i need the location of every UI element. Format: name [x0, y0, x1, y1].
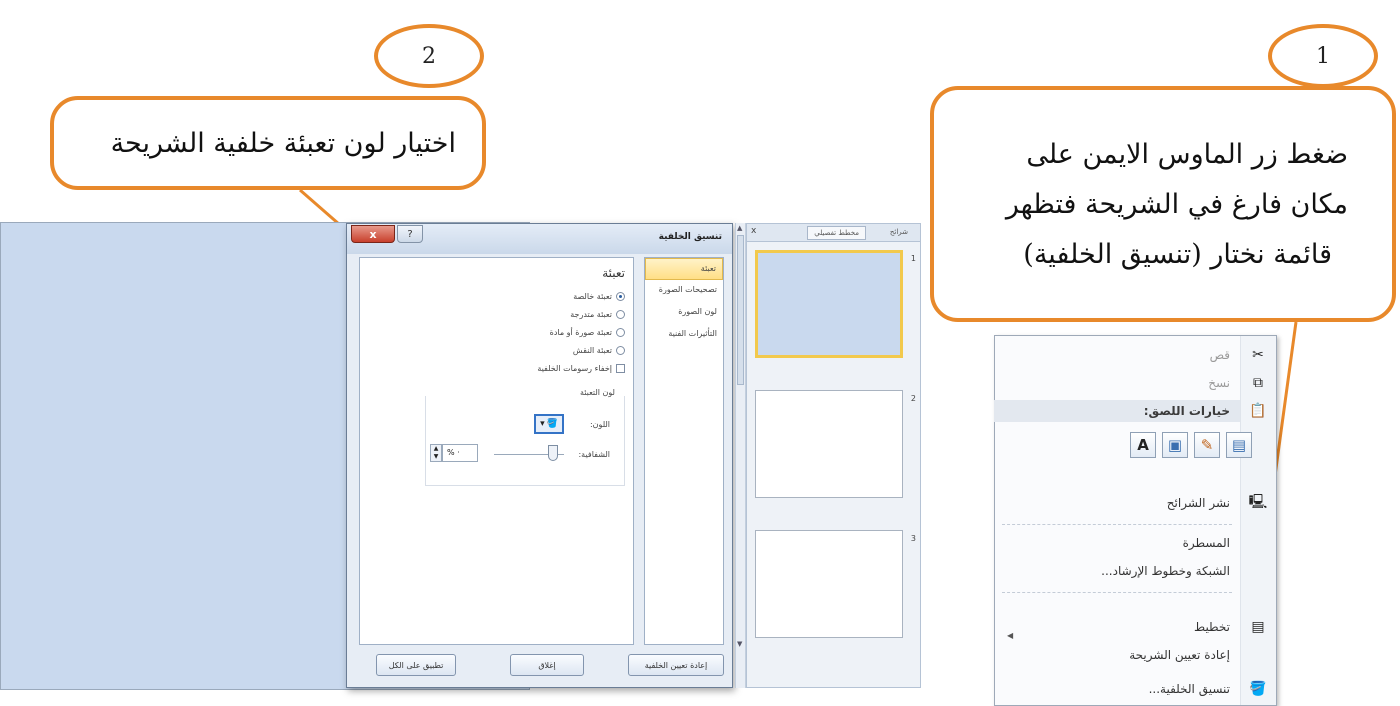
slide-thumbnail-2[interactable] [755, 390, 903, 498]
panel-heading: تعبئة [602, 266, 625, 280]
radio-icon[interactable] [616, 346, 625, 355]
paste-text-only-icon[interactable]: A [1130, 432, 1156, 458]
layout-icon: ▤ [1251, 619, 1265, 635]
format-background-dialog: تنسيق الخلفية x ? تعبئة تصحيحات الصورة ل… [346, 223, 733, 688]
transparency-label: الشفافية: [578, 450, 610, 459]
fill-color-group: لون التعبئة اللون: 🪣 ▾ الشفافية: % · ▲ ▼ [425, 388, 625, 486]
option-gradient-fill[interactable]: تعبئة متدرجة [570, 310, 625, 319]
nav-item-picture-corrections[interactable]: تصحيحات الصورة [645, 280, 723, 302]
context-menu: ✂ قص ⧉ نسخ 📋 خيارات اللصق: A ▣ ✎ ▤ 🖳 نشر… [994, 335, 1277, 706]
dialog-nav: تعبئة تصحيحات الصورة لون الصورة التأثيرا… [644, 257, 724, 645]
step-2-circle: 2 [374, 24, 484, 88]
transparency-spinner[interactable]: ▲ ▼ [430, 444, 442, 462]
menu-item-format-background[interactable]: تنسيق الخلفية... [994, 678, 1240, 700]
option-label: تعبئة النقش [572, 346, 612, 355]
step-1-circle: 1 [1268, 24, 1378, 88]
step-1-callout: ضغط زر الماوس الايمن على مكان فارغ في ال… [930, 86, 1396, 322]
menu-item-layout[interactable]: تخطيط [994, 616, 1240, 638]
pane-tabs: شرائح مخطط تفصيلي x [747, 224, 920, 242]
close-icon[interactable]: x [351, 225, 395, 243]
paste-picture-icon[interactable]: ▣ [1162, 432, 1188, 458]
radio-icon[interactable] [616, 292, 625, 301]
paste-destination-theme-icon[interactable]: ✎ [1194, 432, 1220, 458]
fill-panel: تعبئة تعبئة خالصة تعبئة متدرجة تعبئة صور… [359, 257, 634, 645]
scissors-icon: ✂ [1252, 347, 1264, 363]
help-label: ? [407, 228, 413, 240]
slide-number: 3 [910, 534, 916, 543]
apply-to-all-button[interactable]: تطبيق على الكل [376, 654, 456, 676]
menu-separator [1002, 524, 1232, 525]
copy-icon: ⧉ [1253, 375, 1263, 391]
step-1-line-3: قائمة نختار (تنسيق الخلفية) [1023, 239, 1332, 270]
step-1-line-2: مكان فارغ في الشريحة فتظهر [1005, 189, 1348, 220]
help-icon[interactable]: ? [397, 225, 423, 243]
tab-slides[interactable]: شرائح [884, 226, 914, 240]
dialog-title: تنسيق الخلفية [658, 232, 722, 242]
menu-item-cut[interactable]: قص [994, 344, 1240, 366]
color-label: اللون: [589, 420, 610, 429]
option-label: تعبئة متدرجة [570, 310, 612, 319]
option-label: تعبئة صورة أو مادة [549, 328, 612, 337]
scroll-thumb[interactable] [737, 235, 744, 385]
menu-item-reset-slide[interactable]: إعادة تعيين الشريحة [994, 644, 1240, 666]
slide-number: 2 [910, 394, 916, 403]
paint-bucket-icon: 🪣 [546, 419, 558, 429]
paste-buttons-row: A ▣ ✎ ▤ [994, 386, 1252, 466]
editor-scrollbar[interactable]: ▲ ▼ [735, 223, 746, 688]
menu-item-publish-slides[interactable]: نشر الشرائح [994, 492, 1240, 514]
paint-bucket-icon: 🪣 [1249, 681, 1267, 697]
option-label: تعبئة خالصة [573, 292, 612, 301]
tab-outline[interactable]: مخطط تفصيلي [807, 226, 866, 240]
step-1-line-1: ضغط زر الماوس الايمن على [1026, 139, 1348, 170]
option-picture-fill[interactable]: تعبئة صورة أو مادة [550, 328, 625, 337]
transparency-value-input[interactable]: % · [442, 444, 478, 462]
transparency-slider-thumb[interactable] [548, 445, 558, 461]
close-button[interactable]: إغلاق [510, 654, 584, 676]
color-picker-button[interactable]: 🪣 ▾ [534, 414, 564, 434]
nav-item-fill[interactable]: تعبئة [645, 258, 723, 280]
slide-thumbnail-1[interactable] [755, 250, 903, 358]
hide-background-graphics[interactable]: إخفاء رسومات الخلفية [537, 364, 625, 373]
option-pattern-fill[interactable]: تعبئة النقش [573, 346, 625, 355]
slides-pane: شرائح مخطط تفصيلي x 1 2 3 [746, 223, 921, 688]
step-2-number: 2 [422, 43, 436, 69]
reset-background-button[interactable]: إعادة تعيين الخلفية [628, 654, 724, 676]
close-label: x [369, 227, 377, 241]
step-1-number: 1 [1316, 43, 1330, 69]
slide-thumbnail-3[interactable] [755, 530, 903, 638]
menu-item-grid-guides[interactable]: الشبكة وخطوط الإرشاد... [994, 560, 1240, 582]
menu-item-ruler[interactable]: المسطرة [994, 532, 1240, 554]
step-2-text: اختيار لون تعبئة خلفية الشريحة [110, 128, 456, 159]
scroll-down-icon[interactable]: ▼ [737, 640, 742, 648]
dialog-titlebar[interactable]: تنسيق الخلفية x ? [347, 224, 732, 254]
publish-slides-icon: 🖳 [1248, 494, 1268, 510]
nav-item-artistic-effects[interactable]: التأثيرات الفنية [645, 324, 723, 346]
menu-separator [1002, 592, 1232, 593]
slide-number: 1 [910, 254, 916, 263]
radio-icon[interactable] [616, 328, 625, 337]
fill-color-group-label: لون التعبئة [576, 388, 618, 397]
option-solid-fill[interactable]: تعبئة خالصة [573, 292, 625, 301]
chevron-down-icon: ▾ [540, 419, 545, 429]
scroll-up-icon[interactable]: ▲ [737, 224, 742, 232]
pane-close-icon[interactable]: x [751, 226, 756, 236]
paste-keep-source-icon[interactable]: ▤ [1226, 432, 1252, 458]
clipboard-icon: 📋 [1249, 403, 1267, 419]
checkbox-label: إخفاء رسومات الخلفية [537, 364, 612, 373]
chevron-left-icon: ◀ [1007, 631, 1014, 640]
nav-item-picture-color[interactable]: لون الصورة [645, 302, 723, 324]
step-2-callout: اختيار لون تعبئة خلفية الشريحة [50, 96, 486, 190]
checkbox-icon[interactable] [616, 364, 625, 373]
radio-icon[interactable] [616, 310, 625, 319]
